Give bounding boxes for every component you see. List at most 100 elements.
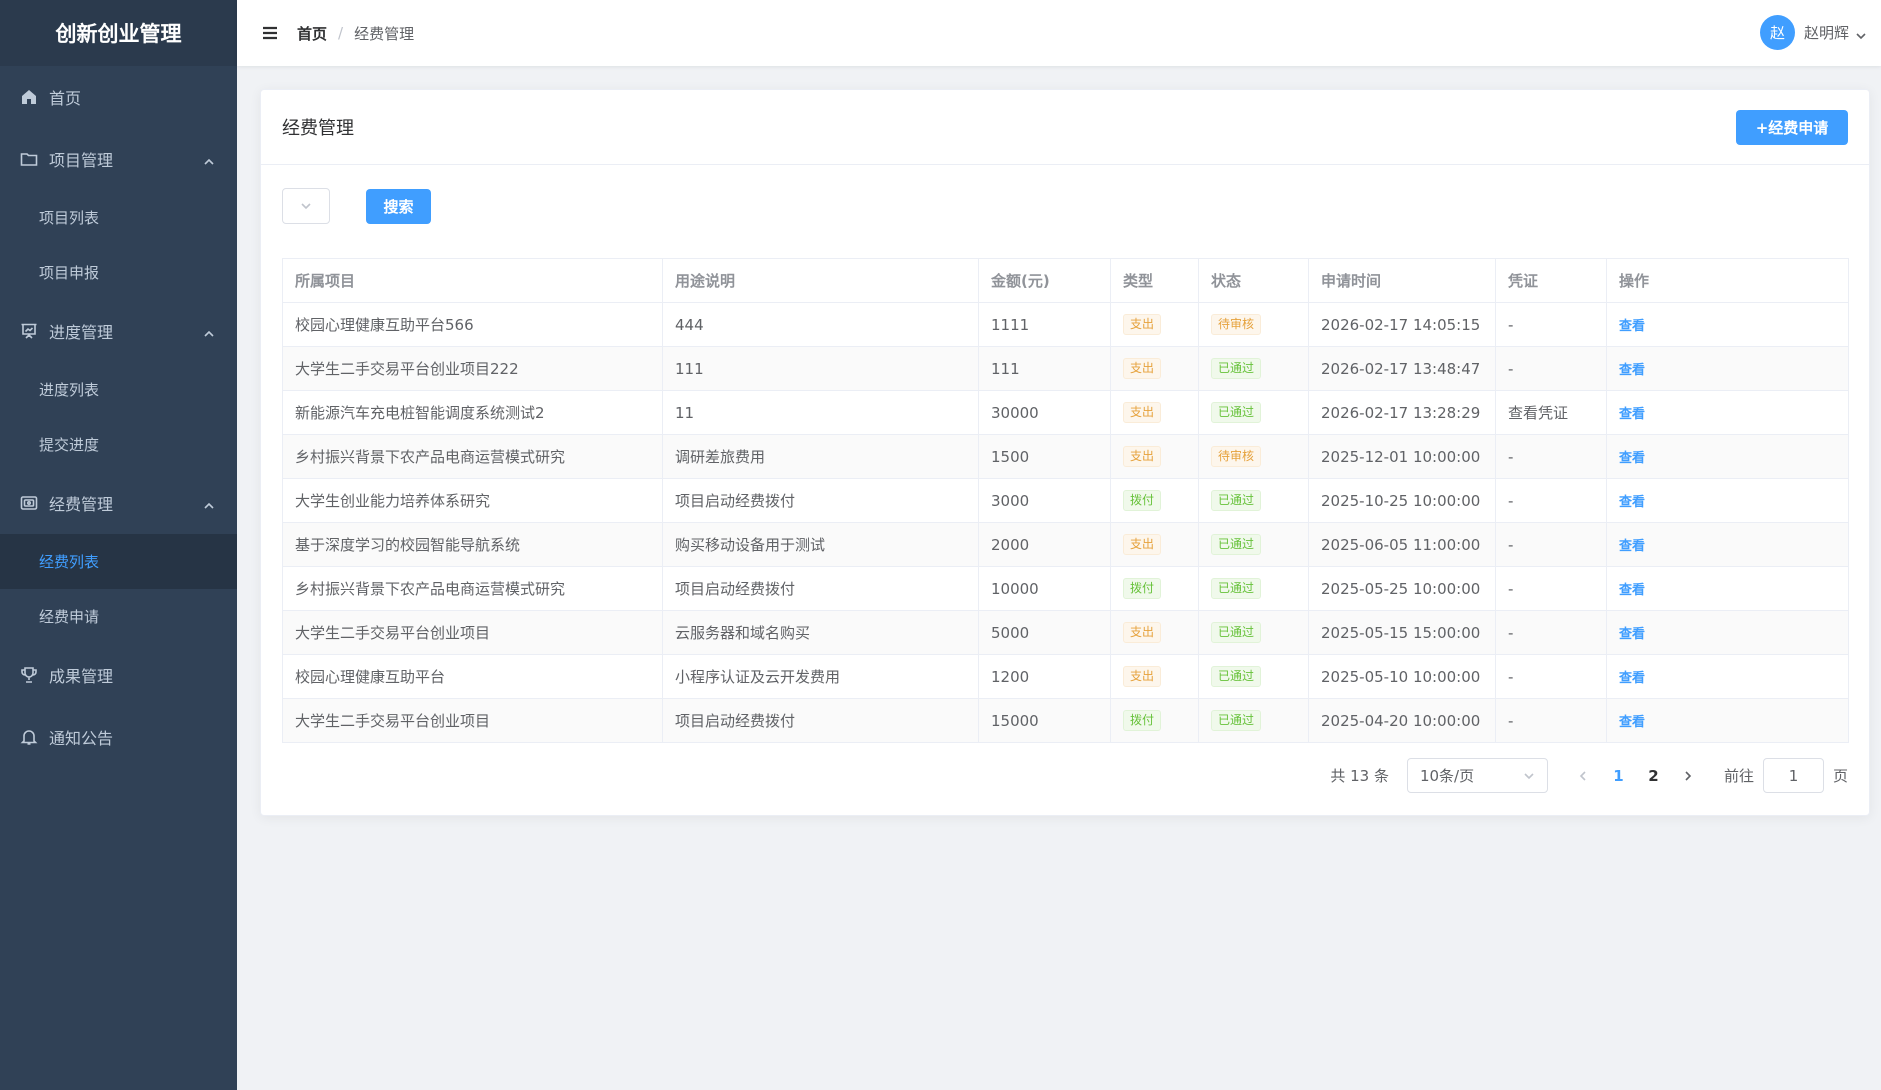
cell-purpose: 云服务器和域名购买 (663, 611, 979, 654)
cell-project: 大学生二手交易平台创业项目 (283, 611, 663, 654)
view-link[interactable]: 查看 (1619, 667, 1645, 686)
table-row: 大学生创业能力培养体系研究 项目启动经费拨付 3000 拨付 已通过 2025-10-25… (283, 479, 1848, 523)
table-row: 新能源汽车充电桩智能调度系统测试2 11 30000 支出 已通过 2026-02-17 … (283, 391, 1848, 435)
sidebar-item-project-management[interactable]: 项目管理 (0, 128, 237, 190)
type-badge: 支出 (1123, 314, 1162, 335)
type-badge: 支出 (1123, 666, 1162, 687)
cell-voucher[interactable]: 查看凭证 (1496, 391, 1607, 434)
column-header: 状态 (1199, 259, 1309, 302)
cell-time: 2025-05-15 15:00:00 (1309, 611, 1496, 654)
column-header: 凭证 (1496, 259, 1607, 302)
chevron-down-icon (301, 203, 311, 210)
cell-amount: 15000 (979, 699, 1111, 742)
sidebar-item-label: 首页 (49, 89, 82, 108)
cell-amount: 5000 (979, 611, 1111, 654)
sidebar-item-notices[interactable]: 通知公告 (0, 706, 237, 768)
card-header: 经费管理 +经费申请 (261, 90, 1869, 165)
presentation-icon (20, 322, 38, 340)
cell-purpose: 项目启动经费拨付 (663, 567, 979, 610)
breadcrumb-current: 经费管理 (354, 24, 415, 43)
chevron-down-icon (1855, 27, 1867, 39)
goto-page-input[interactable]: 1 (1762, 758, 1824, 793)
cell-action: 查看 (1607, 391, 1848, 434)
column-header: 申请时间 (1309, 259, 1496, 302)
cell-amount: 1111 (979, 303, 1111, 346)
sidebar-item-submit-progress[interactable]: 提交进度 (0, 417, 237, 472)
cell-purpose: 调研差旅费用 (663, 435, 979, 478)
page-size-select[interactable]: 10条/页 (1406, 758, 1548, 793)
table-row: 校园心理健康互助平台566 444 1111 支出 待审核 2026-02-17 14:0… (283, 303, 1848, 347)
prev-page-icon[interactable] (1566, 770, 1601, 782)
top-header: 首页 / 经费管理 赵 赵明辉 (237, 0, 1881, 66)
view-link[interactable]: 查看 (1619, 579, 1645, 598)
hamburger-icon[interactable] (261, 24, 279, 42)
page-title: 经费管理 (282, 118, 354, 139)
search-button[interactable]: 搜索 (366, 188, 431, 224)
page-number-2[interactable]: 2 (1636, 767, 1671, 785)
apply-funding-button[interactable]: +经费申请 (1736, 110, 1848, 145)
sidebar-item-project-list[interactable]: 项目列表 (0, 190, 237, 245)
cell-voucher: - (1496, 523, 1607, 566)
cell-project: 基于深度学习的校园智能导航系统 (283, 523, 663, 566)
status-badge: 已通过 (1211, 534, 1262, 555)
cell-time: 2025-05-10 10:00:00 (1309, 655, 1496, 698)
view-link[interactable]: 查看 (1619, 403, 1645, 422)
cell-status: 待审核 (1199, 303, 1309, 346)
cell-amount: 1200 (979, 655, 1111, 698)
view-link[interactable]: 查看 (1619, 359, 1645, 378)
view-link[interactable]: 查看 (1619, 535, 1645, 554)
cell-status: 已通过 (1199, 699, 1309, 742)
cell-project: 乡村振兴背景下农产品电商运营模式研究 (283, 435, 663, 478)
view-link[interactable]: 查看 (1619, 711, 1645, 730)
cell-voucher: - (1496, 479, 1607, 522)
table-row: 大学生二手交易平台创业项目 项目启动经费拨付 15000 拨付 已通过 2025-04-2… (283, 699, 1848, 743)
column-header: 类型 (1111, 259, 1199, 302)
cell-action: 查看 (1607, 479, 1848, 522)
cell-status: 已通过 (1199, 523, 1309, 566)
type-badge: 拨付 (1123, 710, 1162, 731)
view-link[interactable]: 查看 (1619, 623, 1645, 642)
bell-icon (20, 728, 38, 746)
sidebar-item-achievement-management[interactable]: 成果管理 (0, 644, 237, 706)
cell-purpose: 项目启动经费拨付 (663, 479, 979, 522)
cell-time: 2025-04-20 10:00:00 (1309, 699, 1496, 742)
sidebar-item-funding-list[interactable]: 经费列表 (0, 534, 237, 589)
sidebar-item-label: 通知公告 (49, 729, 114, 748)
table-header-row: 所属项目 用途说明 金额(元) 类型 状态 申请时间 凭证 操作 (283, 259, 1848, 303)
cell-voucher: - (1496, 567, 1607, 610)
type-badge: 支出 (1123, 402, 1162, 423)
sidebar-item-progress-list[interactable]: 进度列表 (0, 362, 237, 417)
status-badge: 已通过 (1211, 358, 1262, 379)
sidebar-item-funding-apply[interactable]: 经费申请 (0, 589, 237, 644)
view-link[interactable]: 查看 (1619, 447, 1645, 466)
status-badge: 已通过 (1211, 710, 1262, 731)
sidebar-item-label: 成果管理 (49, 667, 114, 686)
breadcrumb-home[interactable]: 首页 (297, 23, 327, 44)
column-header: 操作 (1619, 272, 1650, 290)
sidebar-item-project-apply[interactable]: 项目申报 (0, 245, 237, 300)
cell-type: 支出 (1111, 391, 1199, 434)
sidebar-item-progress-management[interactable]: 进度管理 (0, 300, 237, 362)
cell-status: 已通过 (1199, 347, 1309, 390)
view-link[interactable]: 查看 (1619, 491, 1645, 510)
cell-action: 查看 (1607, 347, 1848, 390)
cell-voucher: - (1496, 699, 1607, 742)
cell-purpose: 11 (663, 391, 979, 434)
cell-project: 乡村振兴背景下农产品电商运营模式研究 (283, 567, 663, 610)
table-row: 大学生二手交易平台创业项目222 111 111 支出 已通过 2026-02-17 13… (283, 347, 1848, 391)
cell-time: 2025-06-05 11:00:00 (1309, 523, 1496, 566)
trophy-icon (20, 666, 38, 684)
sidebar-item-home[interactable]: 首页 (0, 66, 237, 128)
sidebar-item-funding-management[interactable]: 经费管理 (0, 472, 237, 534)
wallet-icon (20, 494, 38, 512)
next-page-icon[interactable] (1671, 770, 1706, 782)
view-link[interactable]: 查看 (1619, 315, 1645, 334)
page-size-value: 10条/页 (1419, 767, 1475, 785)
cell-action: 查看 (1607, 699, 1848, 742)
page-number-1[interactable]: 1 (1601, 767, 1636, 785)
user-menu[interactable]: 赵 赵明辉 (1759, 15, 1867, 50)
home-icon (20, 88, 38, 106)
cell-action: 查看 (1607, 303, 1848, 346)
cell-type: 支出 (1111, 611, 1199, 654)
project-select[interactable] (282, 188, 330, 224)
